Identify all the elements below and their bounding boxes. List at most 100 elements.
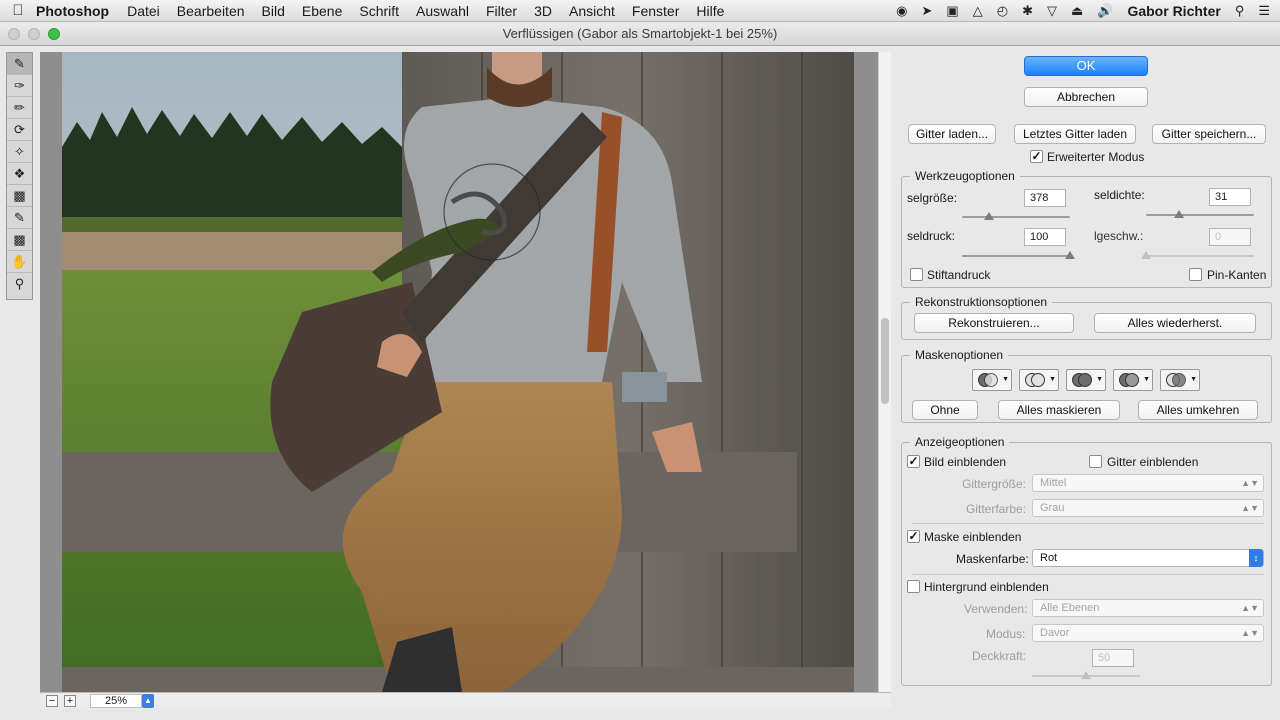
menu-datei[interactable]: Datei (127, 3, 160, 19)
mask-all-button[interactable]: Alles maskieren (998, 400, 1120, 420)
canvas-image[interactable] (62, 52, 854, 692)
brush-rate-label: lgeschw.: (1094, 229, 1144, 243)
close-window-button[interactable] (8, 28, 20, 40)
show-image-label: Bild einblenden (924, 455, 1007, 469)
mesh-color-select[interactable]: Grau ▲▼ (1032, 499, 1264, 517)
backdrop-mode-select[interactable]: Davor ▲▼ (1032, 624, 1264, 642)
brush-density-slider[interactable] (1146, 210, 1254, 218)
user-name[interactable]: Gabor Richter (1127, 3, 1220, 19)
show-backdrop-label: Hintergrund einblenden (924, 580, 1049, 594)
apple-icon[interactable]:  (0, 2, 36, 19)
brush-pressure-slider[interactable] (962, 251, 1075, 259)
push-left-tool-icon[interactable]: ▩ (7, 185, 32, 207)
brush-size-slider[interactable] (962, 212, 1070, 220)
reconstruct-tool-icon[interactable]: ✑ (7, 75, 32, 97)
ok-button[interactable]: OK (1024, 56, 1148, 76)
wifi-icon[interactable]: ▽ (1047, 3, 1057, 19)
opacity-slider[interactable] (1032, 671, 1140, 679)
opacity-slider-thumb[interactable] (1081, 671, 1091, 679)
menu-auswahl[interactable]: Auswahl (416, 3, 469, 19)
menu-schrift[interactable]: Schrift (359, 3, 399, 19)
menu-filter[interactable]: Filter (486, 3, 517, 19)
zoom-window-button[interactable] (48, 28, 60, 40)
search-icon[interactable]: ⚲ (1235, 3, 1245, 19)
freeze-mask-tool-icon[interactable]: ✎ (7, 207, 32, 229)
volume-icon[interactable]: 🔊 (1097, 3, 1113, 19)
mesh-size-select[interactable]: Mittel ▲▼ (1032, 474, 1264, 492)
brush-rate-slider[interactable] (1141, 251, 1254, 259)
load-last-mesh-button[interactable]: Letztes Gitter laden (1014, 124, 1136, 144)
add-to-selection-icon[interactable]: ▼ (1019, 369, 1059, 391)
twirl-tool-icon[interactable]: ⟳ (7, 119, 32, 141)
show-image-checkbox[interactable]: ✓ (907, 455, 920, 468)
zoom-in-button[interactable]: + (64, 694, 76, 707)
liquify-toolbar: ✎ ✑ ✏ ⟳ ✧ ❖ ▩ ✎ ▩ ✋ ⚲ (6, 52, 33, 300)
menu-app-name[interactable]: Photoshop (36, 3, 109, 19)
brush-size-input[interactable]: 378 (1024, 189, 1066, 207)
canvas-scroll-thumb[interactable] (881, 318, 889, 404)
save-mesh-button[interactable]: Gitter speichern... (1152, 124, 1266, 144)
canvas-area[interactable] (40, 52, 878, 692)
airplay-icon[interactable]: △ (973, 3, 983, 19)
opacity-label: Deckkraft: (972, 649, 1027, 663)
brush-rate-slider-thumb[interactable] (1141, 251, 1151, 259)
brush-size-slider-thumb[interactable] (984, 212, 994, 220)
brush-density-input[interactable]: 31 (1209, 188, 1251, 206)
canvas-vertical-scrollbar[interactable] (878, 52, 891, 692)
advanced-mode-checkbox[interactable]: ✓ (1030, 150, 1043, 163)
brush-size-label: selgröße: (907, 191, 958, 205)
menu-bearbeiten[interactable]: Bearbeiten (177, 3, 245, 19)
invert-selection-icon[interactable]: ▼ (1160, 369, 1200, 391)
bluetooth-icon[interactable]: ✱ (1022, 3, 1033, 19)
hand-tool-icon[interactable]: ✋ (7, 251, 32, 273)
subtract-from-selection-icon[interactable]: ▼ (1066, 369, 1106, 391)
mask-options-section: Maskenoptionen ▼ ▼ ▼ ▼ ▼ Ohne Alles mask… (901, 348, 1272, 423)
list-icon[interactable]: ☰ (1258, 3, 1270, 19)
brush-density-slider-thumb[interactable] (1174, 210, 1185, 218)
smooth-tool-icon[interactable]: ✏ (7, 97, 32, 119)
reconstruct-button[interactable]: Rekonstruieren... (914, 313, 1074, 333)
forward-icon[interactable]: ➤ (922, 3, 933, 19)
eject-icon[interactable]: ⏏ (1071, 3, 1083, 19)
creative-cloud-icon[interactable]: ◉ (896, 3, 907, 19)
thaw-mask-tool-icon[interactable]: ▩ (7, 229, 32, 251)
zoom-level-field[interactable]: 25% (90, 693, 142, 708)
mesh-size-value: Mittel (1040, 477, 1067, 489)
menu-bild[interactable]: Bild (262, 3, 285, 19)
time-machine-icon[interactable]: ◴ (997, 3, 1008, 19)
show-mesh-checkbox[interactable] (1089, 455, 1102, 468)
show-mask-label: Maske einblenden (924, 530, 1022, 544)
menu-ansicht[interactable]: Ansicht (569, 3, 615, 19)
mask-color-select[interactable]: Rot ↕ (1032, 549, 1264, 567)
menu-fenster[interactable]: Fenster (632, 3, 679, 19)
brush-rate-input[interactable]: 0 (1209, 228, 1251, 246)
stylus-pressure-checkbox[interactable] (910, 268, 923, 281)
pucker-tool-icon[interactable]: ✧ (7, 141, 32, 163)
menu-3d[interactable]: 3D (534, 3, 552, 19)
intersect-selection-icon[interactable]: ▼ (1113, 369, 1153, 391)
opacity-input[interactable]: 50 (1092, 649, 1134, 667)
cancel-button[interactable]: Abbrechen (1024, 87, 1148, 107)
menu-hilfe[interactable]: Hilfe (696, 3, 724, 19)
show-backdrop-checkbox[interactable] (907, 580, 920, 593)
load-mesh-button[interactable]: Gitter laden... (908, 124, 996, 144)
brush-pressure-input[interactable]: 100 (1024, 228, 1066, 246)
menu-ebene[interactable]: Ebene (302, 3, 342, 19)
invert-all-button[interactable]: Alles umkehren (1138, 400, 1258, 420)
use-layers-select[interactable]: Alle Ebenen ▲▼ (1032, 599, 1264, 617)
brush-pressure-slider-thumb[interactable] (1065, 251, 1075, 259)
window-title: Verflüssigen (Gabor als Smartobjekt-1 be… (502, 26, 778, 41)
mask-none-button[interactable]: Ohne (912, 400, 978, 420)
zoom-tool-icon[interactable]: ⚲ (7, 273, 32, 295)
show-mask-checkbox[interactable]: ✓ (907, 530, 920, 543)
bloat-tool-icon[interactable]: ❖ (7, 163, 32, 185)
warp-tool-icon[interactable]: ✎ (7, 53, 32, 75)
zoom-stepper-icon[interactable]: ▲ (142, 693, 154, 708)
replace-selection-icon[interactable]: ▼ (972, 369, 1012, 391)
display-icon[interactable]: ▣ (946, 3, 958, 19)
brush-density-label: seldichte: (1094, 188, 1145, 202)
restore-all-button[interactable]: Alles wiederherst. (1094, 313, 1256, 333)
zoom-out-button[interactable]: − (46, 694, 58, 707)
pin-edges-checkbox[interactable] (1189, 268, 1202, 281)
minimize-window-button[interactable] (28, 28, 40, 40)
